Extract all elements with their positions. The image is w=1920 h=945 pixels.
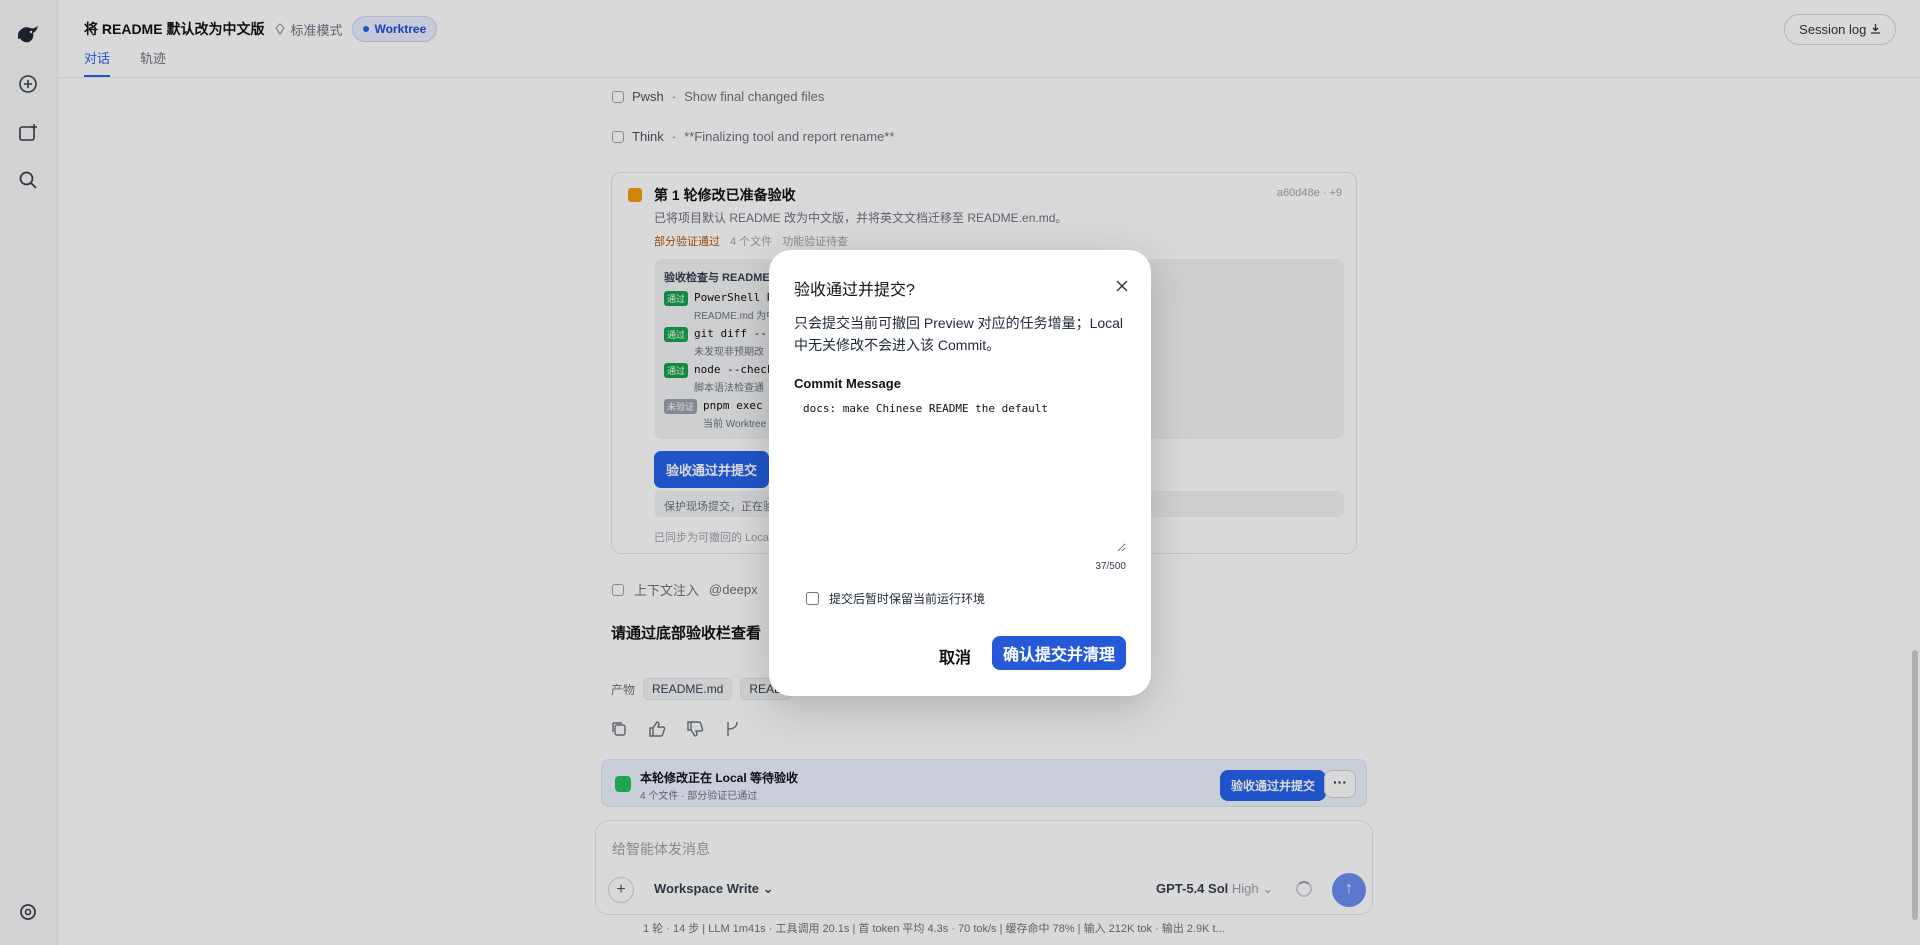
keep-environment-option[interactable]: 提交后暂时保留当前运行环境 <box>806 590 985 607</box>
cancel-button[interactable]: 取消 <box>931 638 979 674</box>
close-icon[interactable] <box>1113 277 1131 295</box>
keep-environment-checkbox[interactable] <box>806 592 819 605</box>
commit-message-label: Commit Message <box>794 376 901 391</box>
confirm-commit-button[interactable]: 确认提交并清理 <box>992 636 1126 670</box>
character-counter: 37/500 <box>1095 561 1126 572</box>
commit-dialog: 验收通过并提交? 只会提交当前可撤回 Preview 对应的任务增量；Local… <box>769 250 1151 696</box>
commit-message-input[interactable]: docs: make Chinese README the default <box>794 400 1126 552</box>
dialog-description: 只会提交当前可撤回 Preview 对应的任务增量；Local 中无关修改不会进… <box>794 315 1124 353</box>
keep-environment-label: 提交后暂时保留当前运行环境 <box>829 592 986 606</box>
dialog-title: 验收通过并提交? <box>794 282 915 299</box>
